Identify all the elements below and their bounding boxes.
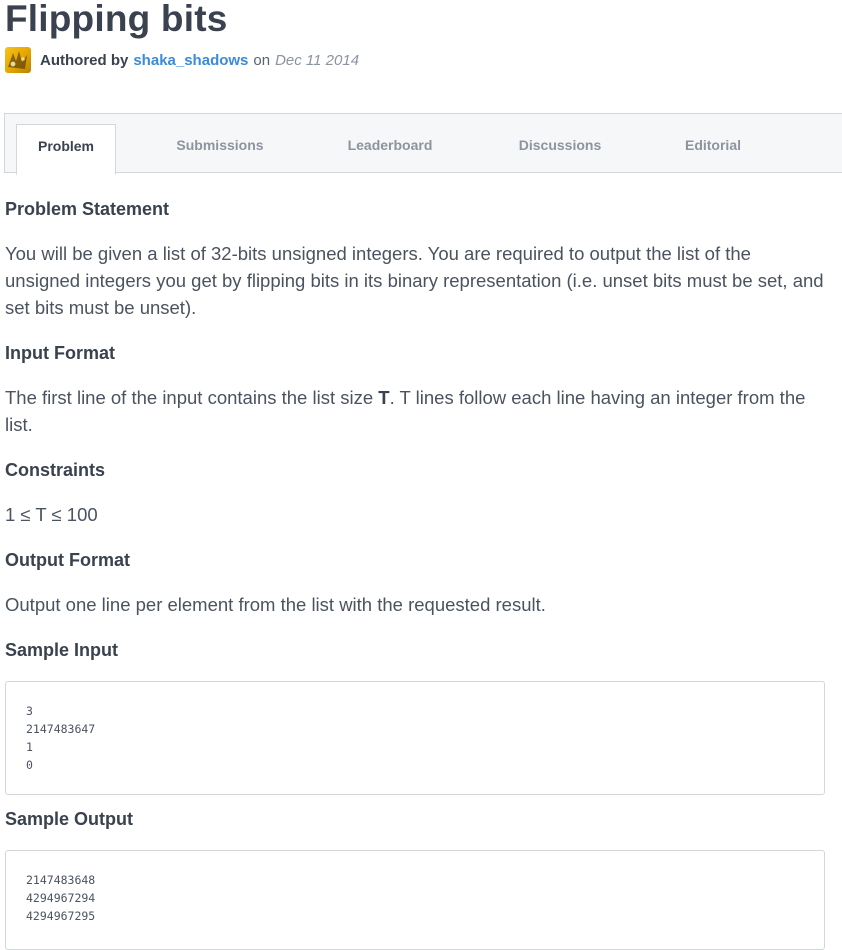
sample-input-line: 0 [26,758,33,772]
output-format-text: Output one line per element from the lis… [5,594,546,615]
tab-submissions[interactable]: Submissions [160,114,280,174]
input-format-text: The first line of the input contains the… [5,384,825,438]
problem-tabs: Problem Submissions Leaderboard Discussi… [4,113,842,175]
constraints-text: 1 ≤ T ≤ 100 [5,504,98,525]
input-format-heading: Input Format [5,343,115,363]
on-label: on [253,51,271,69]
tab-problem[interactable]: Problem [16,124,116,175]
avatar-image-icon [8,51,27,69]
author-byline: Authored by shaka_shadows on Dec 11 2014 [5,47,359,73]
author-avatar[interactable] [5,47,31,73]
author-link[interactable]: shaka_shadows [133,52,248,69]
sample-input-line: 1 [26,740,33,754]
sample-output-line: 4294967294 [26,891,96,905]
tab-discussions[interactable]: Discussions [500,114,620,174]
sample-output-box: 2147483648 4294967294 4294967295 [5,850,825,950]
authored-date: Dec 11 2014 [275,51,360,69]
sample-output-line: 4294967295 [26,909,96,923]
input-format-text-start: The first line of the input contains the… [5,387,379,408]
sample-input-heading: Sample Input [5,640,119,660]
problem-title: Flipping bits [5,0,228,39]
problem-statement-heading: Problem Statement [5,199,170,219]
tab-editorial[interactable]: Editorial [663,114,763,174]
input-format-variable: T [378,387,390,408]
sample-output-heading: Sample Output [5,809,134,829]
sample-output-line: 2147483648 [26,873,96,887]
sample-input-line: 2147483647 [26,722,96,736]
tab-leaderboard[interactable]: Leaderboard [330,114,450,174]
constraints-heading: Constraints [5,460,106,480]
problem-statement-text: You will be given a list of 32-bits unsi… [5,243,824,318]
authored-by-label: Authored by [40,51,129,69]
sample-input-line: 3 [26,704,33,718]
output-format-heading: Output Format [5,550,130,570]
sample-input-box: 3 2147483647 1 0 [5,681,825,795]
